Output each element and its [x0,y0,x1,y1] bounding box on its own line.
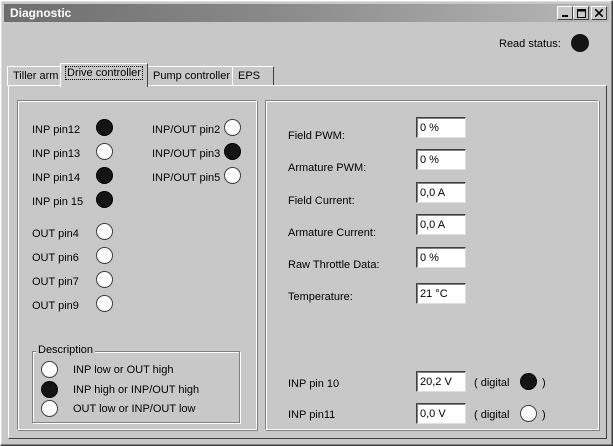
tab-eps[interactable]: EPS [232,66,274,86]
inp-pin10-label: INP pin 10 [288,378,340,390]
pin-label: OUT pin4 [32,228,79,240]
raw-throttle-value: 0 % [416,247,466,268]
tab-label: Tiller arm [13,70,59,82]
tab-label: Pump controller [153,70,231,82]
field-pwm-label: Field PWM: [288,130,345,142]
pin-indicator [96,191,113,208]
minimize-icon [562,15,568,17]
window-title: Diagnostic [10,6,72,20]
pin-indicator [96,247,113,264]
close-icon [595,9,603,17]
pin-indicator [96,295,113,312]
pin-label: INP pin13 [32,148,81,160]
armature-pwm-label: Armature PWM: [288,162,367,174]
tab-label: Drive controller [65,66,143,80]
read-status-indicator [571,34,589,52]
pin-label: INP pin 15 [32,196,84,208]
read-status-label: Read status: [499,38,561,50]
drive-values-group: Field PWM: 0 % Armature PWM: 0 % Field C… [265,100,599,430]
maximize-button[interactable] [573,6,589,20]
temperature-value: 21 °C [416,283,466,304]
inp-pin11-digital-indicator [520,405,537,422]
armature-current-value: 0,0 A [416,214,466,235]
temperature-label: Temperature: [288,291,353,303]
minimize-button[interactable] [557,6,573,20]
pin-indicator [96,271,113,288]
digital-suffix: ) [542,409,546,421]
pin-indicator [96,143,113,160]
armature-current-label: Armature Current: [288,227,377,239]
pin-indicator [224,143,241,160]
tab-label: EPS [238,70,261,82]
field-current-value: 0,0 A [416,182,466,203]
description-title: Description [36,344,96,356]
inp-pin11-label: INP pin11 [288,409,336,421]
legend-text: INP low or OUT high [73,364,174,376]
raw-throttle-label: Raw Throttle Data: [288,259,380,271]
inp-pin10-digital-indicator [520,373,537,390]
legend-indicator [41,381,58,398]
field-current-label: Field Current: [288,195,355,207]
tab-tiller-arm[interactable]: Tiller arm [7,66,65,86]
legend-text: INP high or INP/OUT high [73,384,200,396]
pin-indicator [224,167,241,184]
title-bar[interactable]: Diagnostic [4,4,609,22]
drive-controller-panel: INP pin12 INP pin13 INP pin14 INP pin 15… [8,85,607,439]
tab-drive-controller[interactable]: Drive controller [60,63,148,87]
pin-label: INP/OUT pin5 [152,172,221,184]
digital-prefix: ( digital [474,409,510,421]
pin-label: OUT pin7 [32,276,79,288]
pin-label: INP/OUT pin3 [152,148,221,160]
maximize-icon [576,8,586,18]
description-group: Description INP low or OUT high INP high… [32,344,240,423]
pin-indicator [96,223,113,240]
diagnostic-window: Diagnostic Read status: Tiller arm Drive… [0,0,613,446]
pin-label: OUT pin6 [32,252,79,264]
tab-pump-controller[interactable]: Pump controller [147,66,237,86]
pin-indicator [96,119,113,136]
legend-text: OUT low or INP/OUT low [73,403,196,415]
pin-label: INP pin14 [32,172,81,184]
legend-indicator [41,361,58,378]
legend-indicator [41,400,58,417]
field-pwm-value: 0 % [416,117,466,138]
pin-label: INP/OUT pin2 [152,124,221,136]
pin-label: OUT pin9 [32,300,79,312]
pin-label: INP pin12 [32,124,81,136]
digital-prefix: ( digital [474,377,510,389]
pin-status-group: INP pin12 INP pin13 INP pin14 INP pin 15… [17,100,257,430]
inp-pin11-value: 0,0 V [416,403,466,424]
pin-indicator [224,119,241,136]
pin-indicator [96,167,113,184]
inp-pin10-value: 20,2 V [416,371,466,392]
armature-pwm-value: 0 % [416,149,466,170]
digital-suffix: ) [542,377,546,389]
close-button[interactable] [591,6,607,20]
